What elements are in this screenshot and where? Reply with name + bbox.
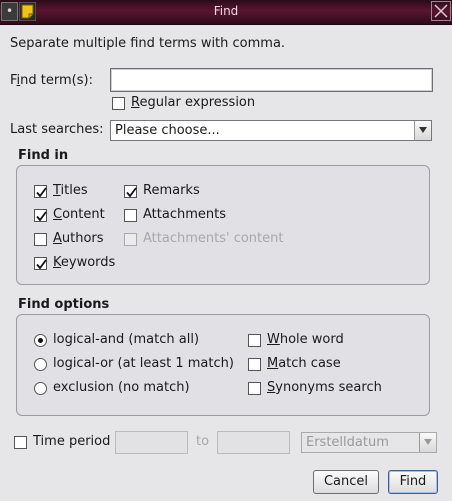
attachments-content-label: Attachments' content — [143, 231, 284, 246]
remarks-label: Remarks — [143, 183, 200, 198]
chevron-down-icon[interactable] — [419, 433, 436, 452]
logical-or-label: logical-or (at least 1 match) — [53, 356, 234, 371]
time-period-field-selected: Erstelldatum — [306, 435, 389, 450]
attachments-content-checkbox — [124, 233, 137, 246]
cancel-button[interactable]: Cancel — [313, 470, 379, 494]
content-label: Content — [53, 207, 105, 222]
synonyms-search-label: Synonyms search — [267, 380, 382, 395]
intro-text: Separate multiple find terms with comma. — [10, 36, 286, 51]
content-mnemonic: C — [53, 207, 63, 222]
authors-label: Authors — [53, 231, 104, 246]
attachments-checkbox[interactable] — [124, 209, 137, 222]
find-dialog: • Find Separate multiple find terms with… — [0, 0, 452, 501]
keywords-mnemonic: K — [53, 255, 61, 270]
whole-word-checkbox[interactable] — [248, 334, 261, 347]
titles-label-rest: itles — [60, 183, 88, 198]
titles-checkbox[interactable] — [34, 185, 47, 198]
regular-expression-label: Regular expression — [131, 95, 255, 110]
find-button[interactable]: Find — [388, 470, 438, 494]
regular-expression-label-rest: egular expression — [139, 95, 256, 110]
window-title: Find — [213, 4, 239, 18]
time-period-from-input[interactable] — [115, 431, 188, 454]
time-period-label: Time period — [33, 434, 111, 449]
match-case-mnemonic: M — [267, 356, 279, 371]
exclusion-label: exclusion (no match) — [53, 380, 190, 395]
keywords-label-rest: eywords — [60, 255, 116, 270]
match-case-checkbox[interactable] — [248, 358, 261, 371]
keywords-checkbox[interactable] — [34, 257, 47, 270]
radio-selected-dot — [38, 338, 43, 343]
checkmark-icon — [36, 187, 47, 198]
time-period-checkbox[interactable] — [14, 436, 27, 449]
checkmark-icon — [36, 211, 47, 222]
attachments-label: Attachments — [143, 207, 226, 222]
checkmark-icon — [126, 187, 137, 198]
logical-and-label: logical-and (match all) — [53, 332, 200, 347]
last-searches-selected: Please choose... — [115, 123, 220, 138]
whole-word-label: Whole word — [267, 332, 344, 347]
checkmark-icon — [36, 259, 47, 270]
whole-word-mnemonic: W — [267, 332, 280, 347]
find-options-title: Find options — [18, 297, 110, 312]
time-period-field-combo[interactable]: Erstelldatum — [301, 432, 437, 453]
content-checkbox[interactable] — [34, 209, 47, 222]
match-case-label-rest: atch case — [278, 356, 341, 371]
find-terms-label-end: nd term(s): — [20, 73, 93, 88]
whole-word-label-rest: hole word — [279, 332, 344, 347]
logical-and-radio[interactable] — [34, 334, 47, 347]
find-terms-label: Find term(s): — [10, 73, 93, 88]
authors-label-rest: uthors — [61, 231, 104, 246]
remarks-checkbox[interactable] — [124, 185, 137, 198]
logical-or-radio[interactable] — [34, 358, 47, 371]
authors-checkbox[interactable] — [34, 233, 47, 246]
time-period-to-input[interactable] — [217, 431, 290, 454]
authors-mnemonic: A — [53, 231, 62, 246]
close-icon — [434, 4, 448, 18]
titles-label: Titles — [53, 183, 88, 198]
titles-mnemonic: T — [53, 183, 61, 198]
exclusion-radio[interactable] — [34, 382, 47, 395]
find-terms-input[interactable] — [110, 68, 433, 92]
synonyms-search-label-rest: ynonyms search — [275, 380, 382, 395]
synonyms-search-checkbox[interactable] — [248, 382, 261, 395]
match-case-label: Match case — [267, 356, 341, 371]
keywords-label: Keywords — [53, 255, 115, 270]
content-label-rest: ontent — [62, 207, 105, 222]
last-searches-label: Last searches: — [10, 122, 104, 137]
close-button[interactable] — [431, 1, 451, 21]
find-in-title: Find in — [18, 148, 69, 163]
time-period-to-label: to — [196, 434, 210, 449]
last-searches-combo[interactable]: Please choose... — [110, 120, 432, 141]
title-bar: • Find — [0, 0, 452, 25]
chevron-down-icon[interactable] — [414, 121, 431, 140]
regular-expression-checkbox[interactable] — [112, 97, 125, 110]
